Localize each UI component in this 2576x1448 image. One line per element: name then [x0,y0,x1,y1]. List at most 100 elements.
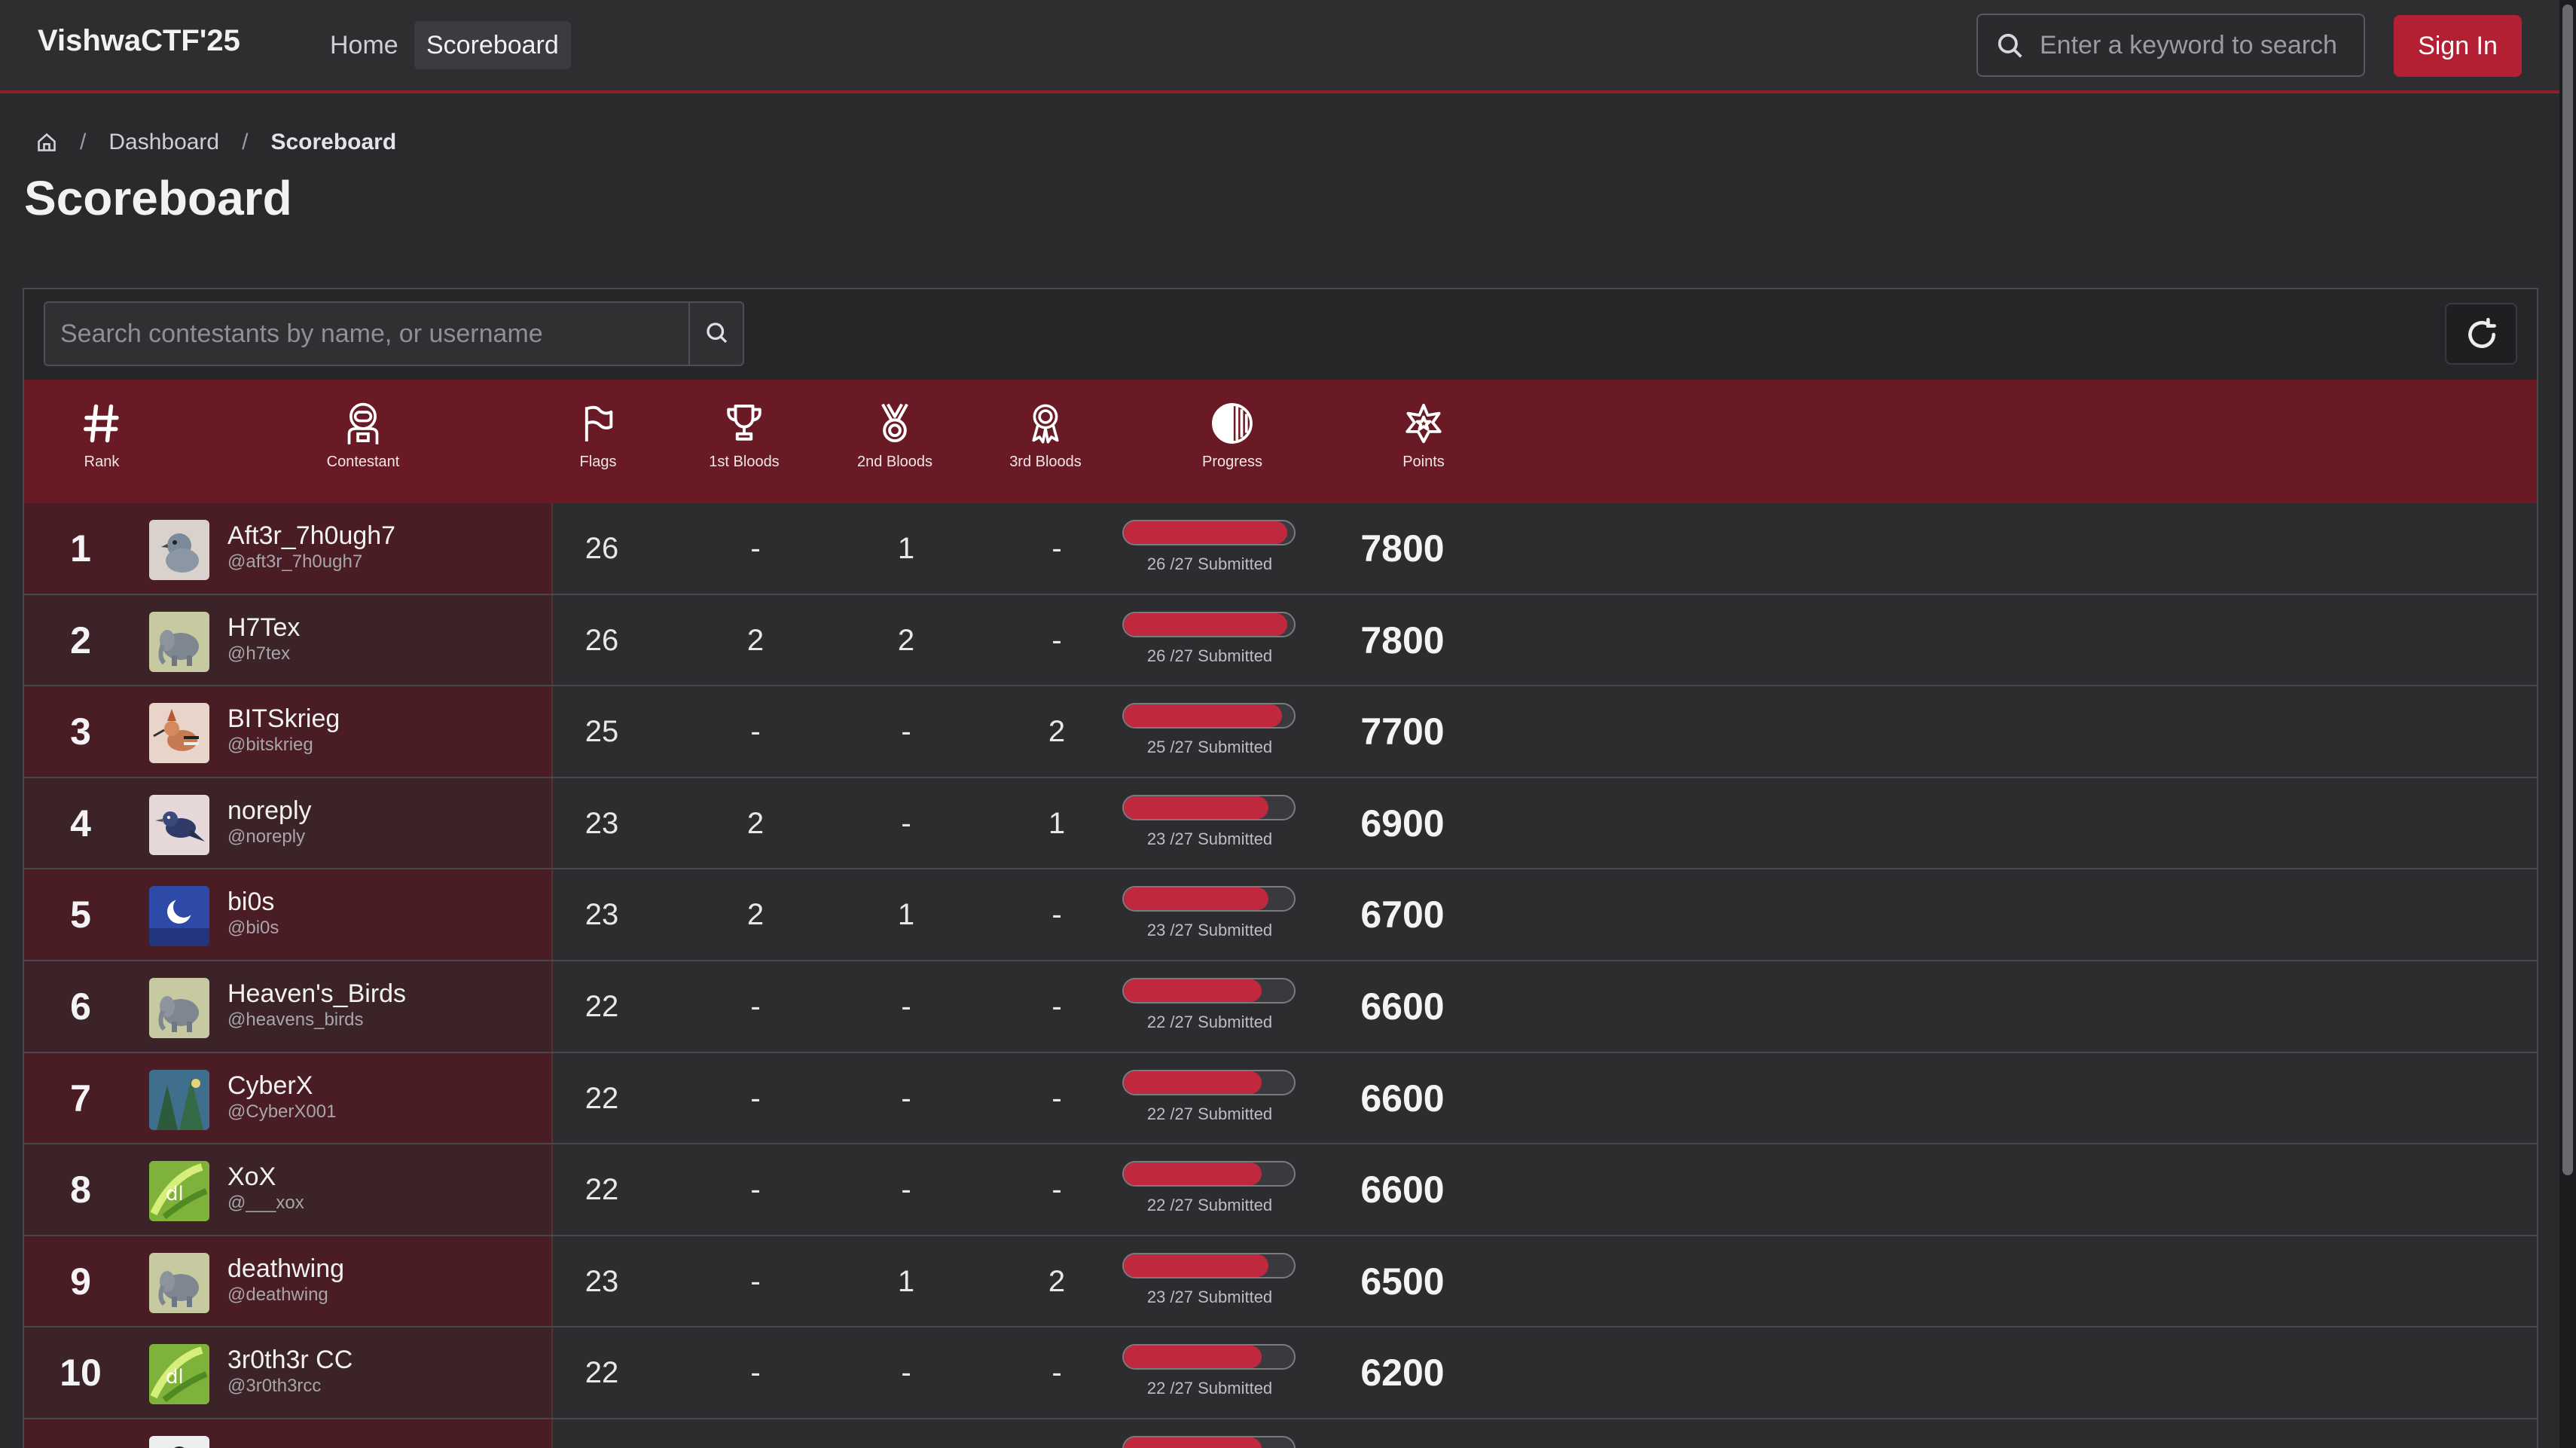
avatar[interactable]: dl [149,1344,209,1405]
flags-value: 22 [584,1173,619,1207]
column-progress[interactable]: Progress [1157,380,1308,503]
scrollbar-thumb[interactable] [2562,5,2573,1175]
table-row[interactable]: 1 Aft3r_7h0ugh7 @aft3r_7h0ugh7 26 - 1 - … [24,503,2537,595]
avatar[interactable] [149,703,209,764]
contestant-search-button[interactable] [688,303,744,365]
sign-in-button[interactable]: Sign In [2394,15,2522,77]
contestant-name[interactable]: deathwing [227,1254,344,1284]
progress-bar-fill [1124,521,1287,544]
hash-icon [84,404,119,443]
flags-value: 22 [584,1081,619,1115]
contestant-cell: 6 Heaven's_Birds @heavens_birds [24,961,553,1052]
flags-value: 23 [584,1264,619,1298]
contestant-handle: @3r0th3rcc [227,1376,322,1397]
progress-submitted-text: 22 /27 Submitted [1146,1196,1273,1215]
avatar[interactable] [149,1252,209,1313]
contestant-name[interactable]: H7Tex [227,613,300,643]
column-first-bloods-label: 1st Bloods [709,454,780,470]
table-row[interactable]: 7 CyberX @CyberX001 22 - - - 22 /27 Subm… [24,1052,2537,1145]
brand-logo[interactable]: VishwaCTF'25 [38,24,240,58]
points-value: 6700 [1360,894,1445,936]
contestant-name[interactable]: Heaven's_Birds [227,979,406,1009]
global-search-input[interactable] [2040,23,2349,68]
flags-value: 26 [584,623,619,657]
column-third-bloods[interactable]: 3rd Bloods [985,380,1106,503]
contestant-name[interactable]: bi0s [227,887,274,917]
progress-circle-icon [1212,403,1253,444]
second-bloods-value: - [901,1173,911,1207]
first-bloods-value: - [750,989,761,1023]
column-contestant[interactable]: Contestant [288,380,438,503]
progress-bar [1122,977,1296,1004]
contestant-cell: 4 noreply @noreply [24,777,553,869]
column-points[interactable]: Points [1356,380,1491,503]
third-bloods-value: - [1051,898,1062,932]
table-row[interactable]: 5 bi0s @bi0s 23 2 1 - 23 /27 Submitted 6… [24,869,2537,961]
table-row[interactable]: 8 dl XoX @___xox 22 - - - 22 /27 Submitt… [24,1144,2537,1236]
column-second-bloods-label: 2nd Bloods [856,454,933,470]
page-scrollbar[interactable] [2559,0,2576,1448]
rank-value: 3 [70,710,91,753]
first-bloods-value: 2 [746,898,765,932]
rank-value: 6 [70,985,91,1028]
column-first-bloods[interactable]: 1st Bloods [684,380,804,503]
nav-scoreboard-link[interactable]: Scoreboard [414,21,571,69]
points-value: 6600 [1360,1168,1445,1211]
breadcrumb-dashboard-link[interactable]: Dashboard [108,130,219,155]
contestant-search-input[interactable] [60,310,648,357]
progress-submitted-text: 23 /27 Submitted [1146,1287,1273,1306]
contestant-name[interactable]: CyberX [227,1071,313,1101]
home-icon[interactable] [36,132,57,153]
global-search [1976,14,2365,77]
contestant-handle: @bi0s [227,918,279,939]
first-bloods-value: - [750,1264,761,1298]
avatar-image [153,709,199,752]
table-row[interactable]: 2 H7Tex @h7tex 26 2 2 - 26 /27 Submitted… [24,594,2537,687]
avatar[interactable]: dl [149,1161,209,1222]
second-bloods-value: 2 [897,623,915,657]
contestant-name[interactable]: Aft3r_7h0ugh7 [227,521,395,551]
table-row[interactable]: 9 deathwing @deathwing 23 - 1 2 23 /27 S… [24,1236,2537,1328]
rank-value: 5 [70,894,91,936]
avatar[interactable] [149,1069,209,1130]
column-rank[interactable]: Rank [47,380,157,503]
progress-bar-fill [1124,979,1262,1002]
table-row[interactable] [24,1419,2537,1448]
page-title: Scoreboard [24,171,292,225]
table-row[interactable]: 4 noreply @noreply 23 2 - 1 23 /27 Submi… [24,777,2537,870]
points-value: 6600 [1360,985,1445,1028]
progress-bar [1122,520,1296,545]
refresh-button[interactable] [2445,303,2517,365]
column-second-bloods[interactable]: 2nd Bloods [835,380,955,503]
progress-bar [1122,1435,1296,1448]
table-row[interactable]: 10 dl 3r0th3r CC @3r0th3rcc 22 - - - 22 … [24,1327,2537,1419]
contestant-search [44,301,744,366]
table-row[interactable]: 6 Heaven's_Birds @heavens_birds 22 - - -… [24,961,2537,1053]
progress-bar-fill [1124,612,1287,636]
avatar[interactable] [149,1435,209,1448]
contestant-handle: @heavens_birds [227,1009,364,1030]
avatar[interactable] [149,520,209,580]
avatar[interactable] [149,886,209,947]
third-bloods-value: 2 [1048,715,1066,749]
contestant-name[interactable]: 3r0th3r CC [227,1346,353,1375]
contestant-name[interactable]: XoX [227,1162,276,1192]
trophy-icon [727,404,762,441]
avatar[interactable] [149,794,209,855]
avatar-image [174,1446,185,1448]
nav-home-link[interactable]: Home [316,21,412,69]
contestant-cell [24,1419,553,1448]
avatar[interactable] [149,977,209,1038]
points-value: 7800 [1360,619,1445,661]
avatar[interactable] [149,611,209,672]
contestant-name[interactable]: BITSkrieg [227,704,340,734]
contestant-name[interactable]: noreply [227,796,312,826]
flag-icon [584,405,613,441]
table-row[interactable]: 3 BITSkrieg @bitskrieg 25 - - 2 25 /27 S… [24,686,2537,778]
progress-bar [1122,794,1296,820]
flags-value: 22 [584,989,619,1023]
column-flags[interactable]: Flags [560,380,636,503]
progress-bar [1122,1252,1296,1278]
rank-value: 10 [60,1352,102,1395]
column-contestant-label: Contestant [326,454,400,470]
